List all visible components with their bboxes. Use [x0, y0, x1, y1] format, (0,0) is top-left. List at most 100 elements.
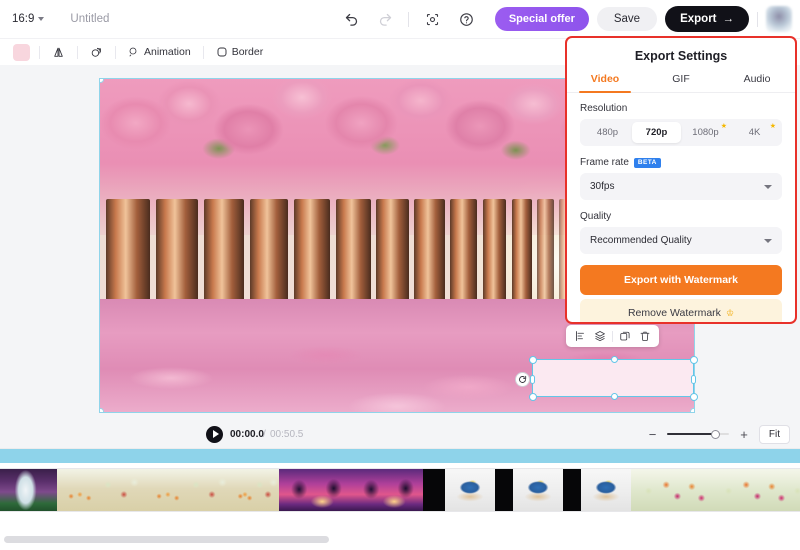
mask-icon[interactable] [87, 44, 106, 61]
document-title[interactable]: Untitled [70, 13, 109, 25]
aspect-ratio-value: 16:9 [12, 13, 35, 25]
animation-button[interactable]: Animation [125, 44, 194, 60]
export-button[interactable]: Export → [665, 6, 749, 32]
resolution-options: 480p 720p 1080p ★ 4K ★ [580, 119, 782, 146]
toolbar-divider [115, 45, 116, 59]
resolution-option-480p[interactable]: 480p [583, 122, 632, 143]
black-gap-3[interactable] [563, 469, 581, 511]
flowers-clip-2[interactable] [711, 469, 791, 511]
quality-label-text: Quality [580, 211, 612, 222]
active-tab-underline [579, 90, 631, 93]
sunset-clip-2[interactable] [351, 469, 423, 511]
zoom-slider-knob[interactable] [711, 429, 721, 439]
arrow-right-icon: → [722, 13, 735, 25]
export-settings-panel: Export Settings Video GIF Audio Resoluti… [565, 36, 797, 324]
food-clip-2[interactable] [145, 469, 233, 511]
tab-audio[interactable]: Audio [719, 73, 795, 92]
flowers-clip-1[interactable] [631, 469, 711, 511]
export-panel-body: Resolution 480p 720p 1080p ★ 4K ★ Frame … [567, 93, 795, 322]
quality-value: Recommended Quality [590, 235, 692, 246]
current-time: 00:00.0 [230, 428, 264, 440]
quality-label: Quality [580, 211, 782, 222]
stage-handle-bl[interactable] [100, 408, 104, 412]
chevron-down-icon [38, 17, 45, 21]
food-clip-3[interactable] [233, 469, 279, 511]
resolution-option-4k[interactable]: 4K ★ [730, 122, 779, 143]
stage-handle-br[interactable] [690, 408, 694, 412]
export-with-watermark-button[interactable]: Export with Watermark [580, 265, 782, 295]
resize-handle-tr[interactable] [689, 355, 698, 364]
element-floating-toolbar [566, 325, 659, 347]
color-swatch-button[interactable] [13, 43, 30, 61]
video-editor-app: 16:9 Untitled Special offer Save Export [0, 0, 800, 550]
zoom-slider[interactable] [667, 429, 730, 439]
frame-rate-dropdown[interactable]: 30fps [580, 173, 782, 200]
tab-gif[interactable]: GIF [643, 73, 719, 92]
animation-label: Animation [144, 46, 191, 58]
play-triangle [212, 430, 219, 438]
resize-handle-right[interactable] [691, 374, 696, 384]
flip-icon[interactable] [49, 44, 68, 61]
remove-watermark-button[interactable]: Remove Watermark ♔ [580, 299, 782, 322]
help-icon[interactable] [455, 8, 477, 30]
toolbar-divider [757, 11, 758, 27]
crown-icon: ♔ [725, 307, 735, 318]
black-gap-1[interactable] [423, 469, 445, 511]
zoom-in-button[interactable]: + [740, 428, 748, 441]
resolution-720p-label: 720p [645, 127, 668, 138]
top-bar: 16:9 Untitled Special offer Save Export [0, 0, 800, 38]
avatar[interactable] [766, 6, 792, 32]
tab-video[interactable]: Video [567, 73, 643, 92]
flowers-clip-3[interactable] [791, 469, 800, 511]
save-button[interactable]: Save [596, 7, 658, 31]
resolution-label: Resolution [580, 103, 782, 114]
border-button[interactable]: Border [213, 44, 267, 60]
cake-clip-3[interactable] [581, 469, 631, 511]
special-offer-button[interactable]: Special offer [494, 7, 589, 31]
aspect-ratio-selector[interactable]: 16:9 [12, 13, 45, 25]
quality-dropdown[interactable]: Recommended Quality [580, 227, 782, 254]
sunset-clip-1[interactable] [279, 469, 351, 511]
resolution-4k-label: 4K [748, 127, 761, 138]
export-tabs: Video GIF Audio [567, 73, 795, 93]
undo-icon[interactable] [340, 8, 362, 30]
remove-watermark-label: Remove Watermark [627, 307, 721, 319]
toolbar-divider [77, 45, 78, 59]
timeline-track[interactable] [0, 468, 800, 512]
resize-handle-bottom[interactable] [610, 393, 618, 400]
total-time: 00:50.5 [270, 428, 304, 440]
toolbar-divider [408, 11, 409, 27]
timeline-scrollbar-area [0, 536, 800, 543]
cake-clip-1[interactable] [445, 469, 495, 511]
zoom-out-button[interactable]: − [649, 428, 657, 441]
border-label: Border [231, 46, 264, 58]
resolution-480p-label: 480p [596, 127, 619, 138]
rotate-handle[interactable] [515, 372, 530, 387]
resize-handle-top[interactable] [610, 356, 618, 363]
waterfall-clip[interactable] [0, 469, 57, 511]
resize-handle-tl[interactable] [528, 355, 537, 364]
fit-button[interactable]: Fit [758, 424, 790, 444]
duplicate-icon[interactable] [615, 326, 635, 346]
top-right-actions: Special offer Save Export → [494, 0, 792, 38]
export-button-label: Export [680, 13, 717, 25]
trash-icon[interactable] [635, 326, 655, 346]
horizontal-scrollbar[interactable] [4, 536, 329, 543]
resolution-option-1080p[interactable]: 1080p ★ [681, 122, 730, 143]
cake-clip-2[interactable] [513, 469, 563, 511]
timeline-ruler[interactable] [0, 449, 800, 463]
resize-handle-br[interactable] [689, 392, 698, 401]
resolution-label-text: Resolution [580, 103, 628, 114]
text-element[interactable] [515, 355, 698, 401]
player-bar: 00:00.0 / 00:50.5 − + Fit [0, 420, 800, 448]
food-clip-1[interactable] [57, 469, 145, 511]
redo-icon[interactable] [374, 8, 396, 30]
resize-handle-bl[interactable] [528, 392, 537, 401]
play-icon[interactable] [206, 425, 223, 443]
black-gap-2[interactable] [495, 469, 513, 511]
layers-icon[interactable] [590, 326, 610, 346]
settings-icon[interactable] [421, 8, 443, 30]
align-icon[interactable] [570, 326, 590, 346]
resolution-option-720p[interactable]: 720p [632, 122, 681, 143]
resize-handle-left[interactable] [530, 374, 535, 384]
